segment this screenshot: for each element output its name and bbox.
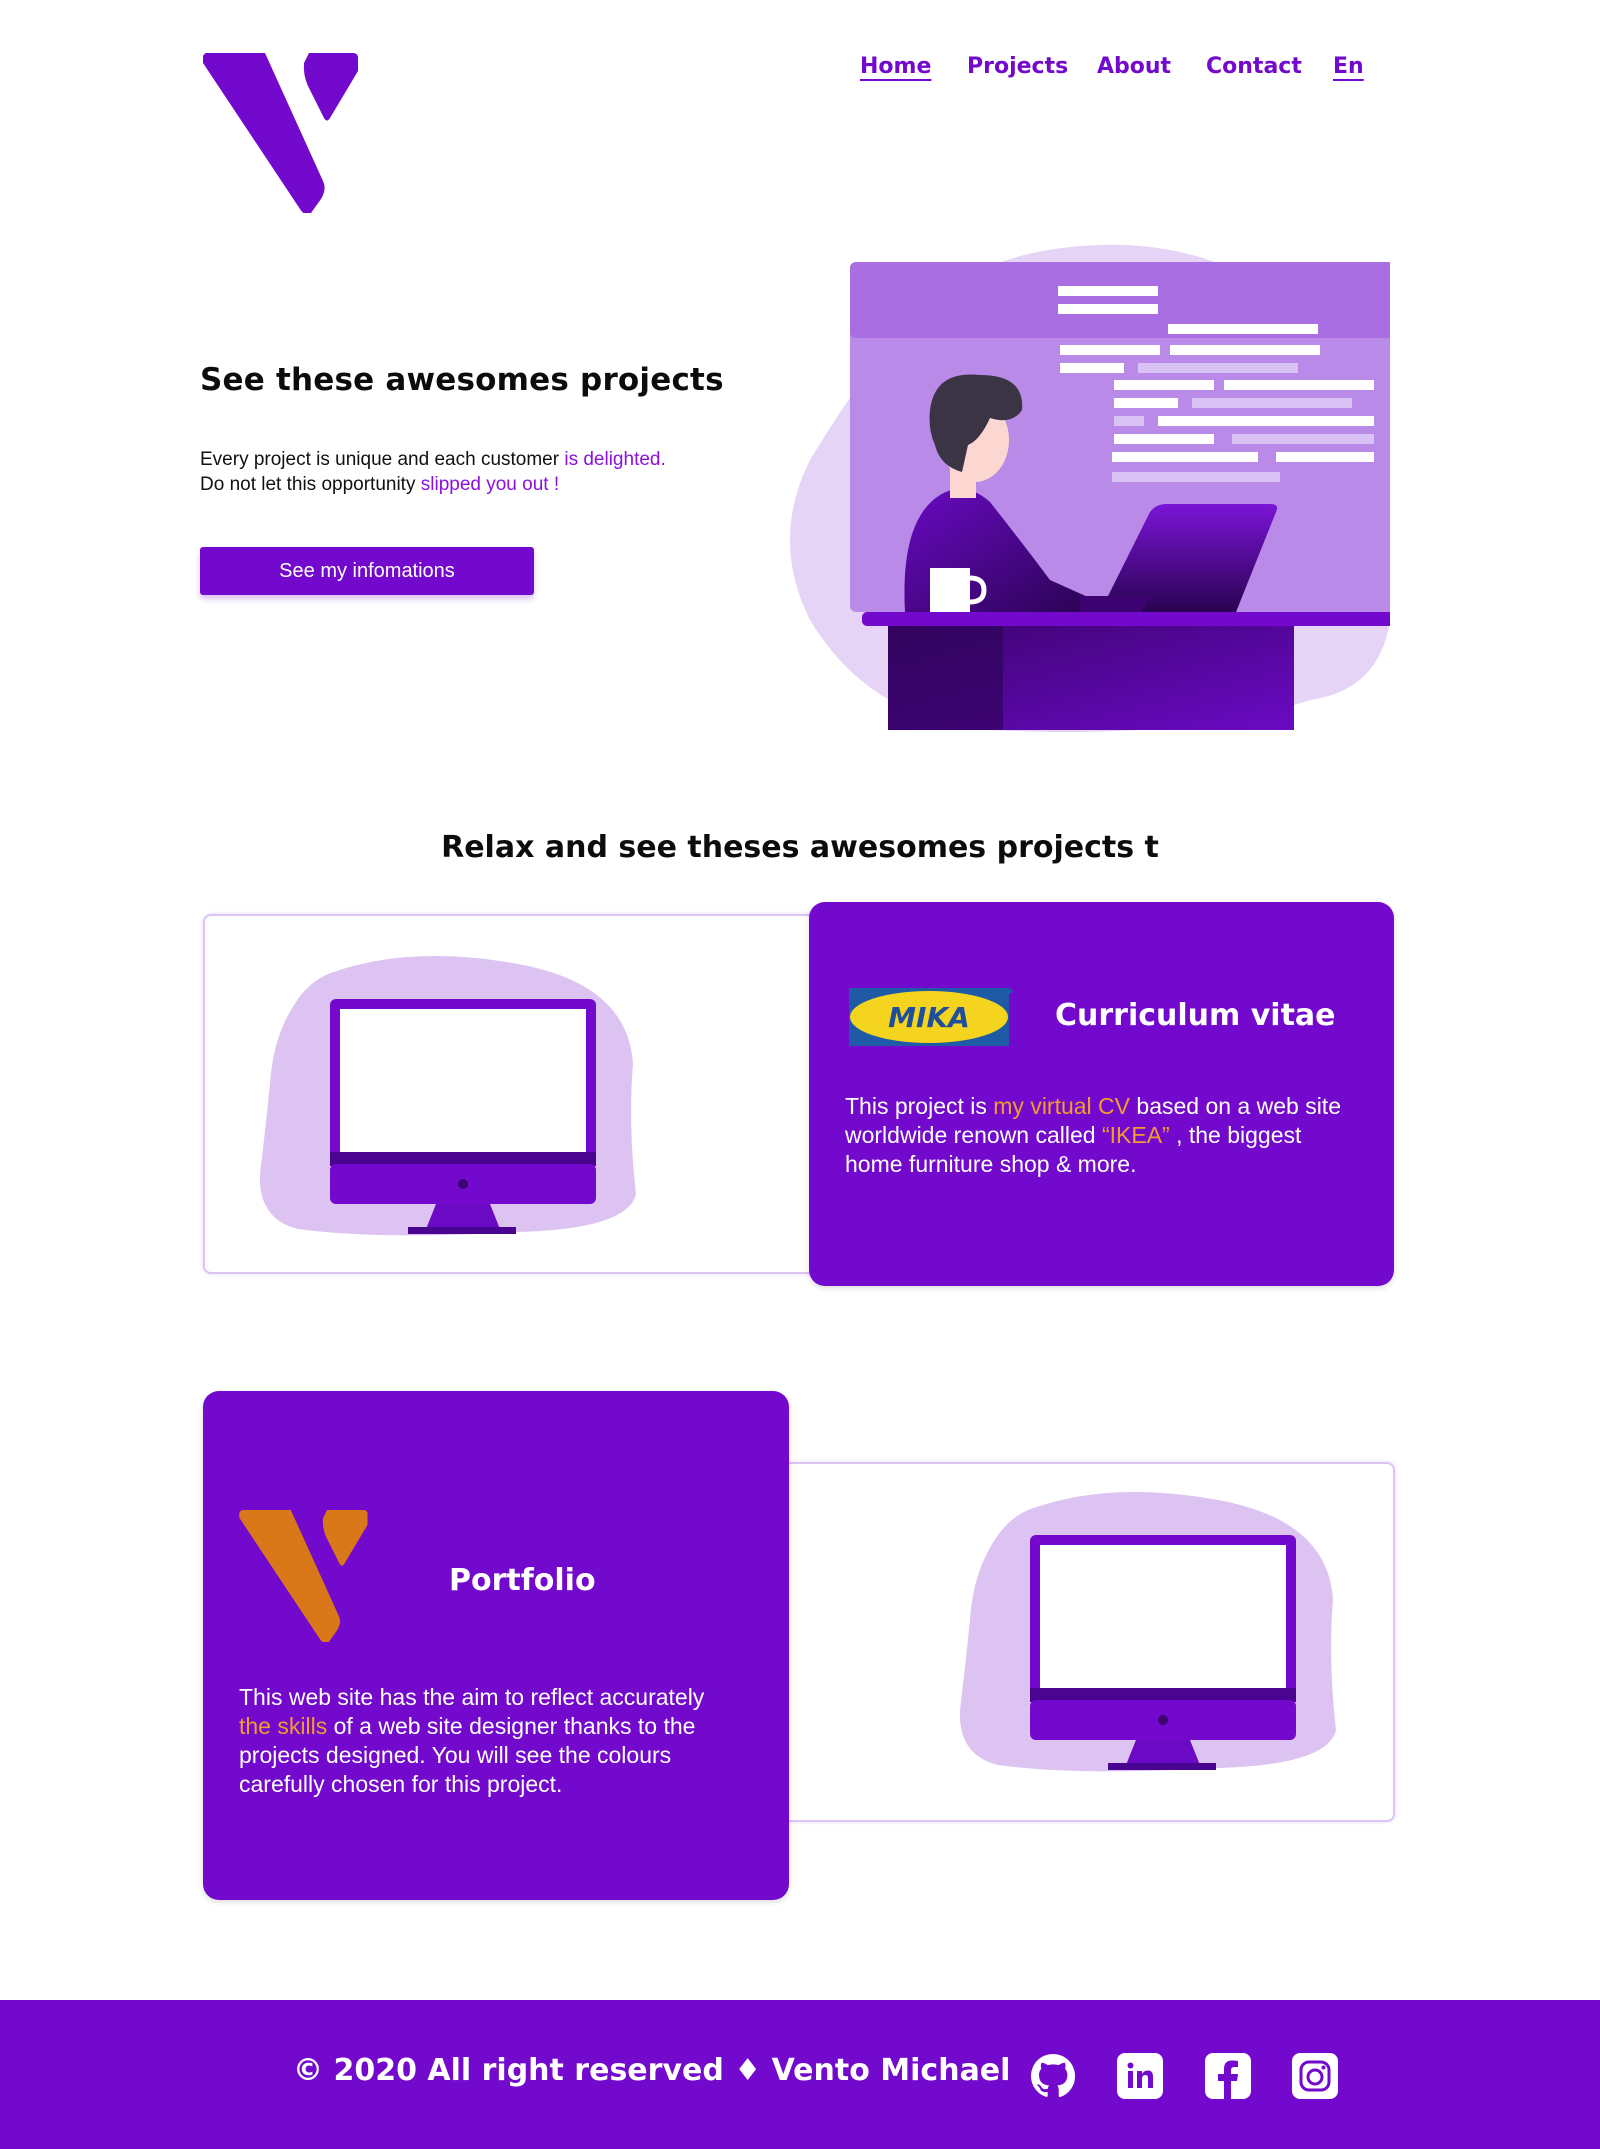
- portfolio-project-preview[interactable]: [776, 1462, 1395, 1822]
- cv-project-preview[interactable]: [203, 914, 827, 1274]
- github-icon[interactable]: [1030, 2053, 1076, 2099]
- mika-logo: MIKA: [849, 986, 1013, 1048]
- nav-about-link[interactable]: About: [1097, 54, 1171, 79]
- portfolio-desc-part1: This web site has the aim to reflect acc…: [239, 1684, 705, 1710]
- monitor-illustration: [959, 1492, 1336, 1772]
- cv-project-description: This project is my virtual CV based on a…: [845, 1092, 1345, 1179]
- hero-line1-text: Every project is unique and each custome…: [200, 449, 565, 470]
- main-nav: Home Projects About Contact En: [0, 52, 1600, 92]
- cv-desc-part1: This project is: [845, 1093, 994, 1119]
- facebook-icon[interactable]: [1205, 2053, 1251, 2099]
- hero-line2-highlight: slipped you out !: [420, 474, 560, 495]
- portfolio-logo: [239, 1510, 369, 1644]
- portfolio-desc-highlight: the skills: [239, 1713, 328, 1739]
- portfolio-project-description: This web site has the aim to reflect acc…: [239, 1683, 739, 1799]
- hero-title: See these awesomes projects: [200, 362, 724, 398]
- cv-desc-highlight1: my virtual CV: [993, 1093, 1131, 1119]
- portfolio-project-card[interactable]: Portfolio This web site has the aim to r…: [203, 1391, 789, 1900]
- linkedin-icon[interactable]: [1117, 2053, 1163, 2099]
- projects-section-title: Relax and see theses awesomes projects t: [441, 830, 1159, 865]
- nav-language-link[interactable]: En: [1333, 54, 1364, 79]
- developer-at-desk-illustration: [790, 240, 1398, 740]
- cv-desc-highlight2: “IKEA”: [1101, 1122, 1170, 1148]
- hero-description: Every project is unique and each custome…: [200, 447, 666, 497]
- instagram-icon[interactable]: [1292, 2053, 1338, 2099]
- nav-home-link[interactable]: Home: [860, 54, 931, 79]
- hero-line1-highlight: is delighted.: [564, 449, 666, 470]
- monitor-illustration: [259, 956, 636, 1236]
- nav-contact-link[interactable]: Contact: [1206, 54, 1302, 79]
- portfolio-project-title: Portfolio: [449, 1563, 596, 1598]
- hero-line2-text: Do not let this opportunity: [200, 474, 421, 495]
- nav-projects-link[interactable]: Projects: [967, 54, 1068, 79]
- see-informations-button[interactable]: See my infomations: [200, 547, 534, 595]
- footer-copyright: © 2020 All right reserved ♦ Vento Michae…: [293, 2053, 1011, 2088]
- cv-project-title: Curriculum vitae: [1055, 998, 1336, 1033]
- cv-project-card[interactable]: MIKA Curriculum vitae This project is my…: [809, 902, 1394, 1286]
- mika-logo-text: MIKA: [888, 1001, 970, 1034]
